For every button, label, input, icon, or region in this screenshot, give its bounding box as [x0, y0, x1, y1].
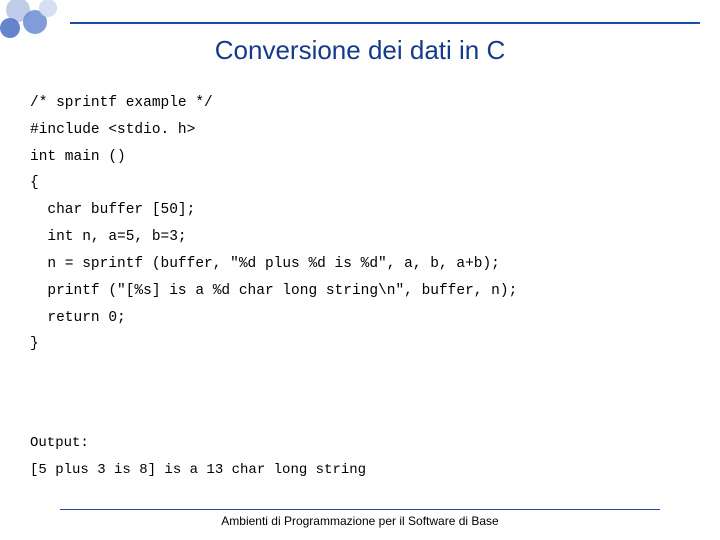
corner-decoration: [0, 0, 70, 40]
footer-divider: [60, 509, 660, 510]
output-text: [5 plus 3 is 8] is a 13 char long string: [30, 462, 366, 478]
output-label: Output:: [30, 435, 89, 451]
code-example: /* sprintf example */ #include <stdio. h…: [30, 90, 690, 358]
slide-title: Conversione dei dati in C: [0, 35, 720, 66]
footer-text: Ambienti di Programmazione per il Softwa…: [0, 514, 720, 528]
top-divider: [70, 22, 700, 24]
output-section: Output: [5 plus 3 is 8] is a 13 char lon…: [30, 430, 690, 483]
